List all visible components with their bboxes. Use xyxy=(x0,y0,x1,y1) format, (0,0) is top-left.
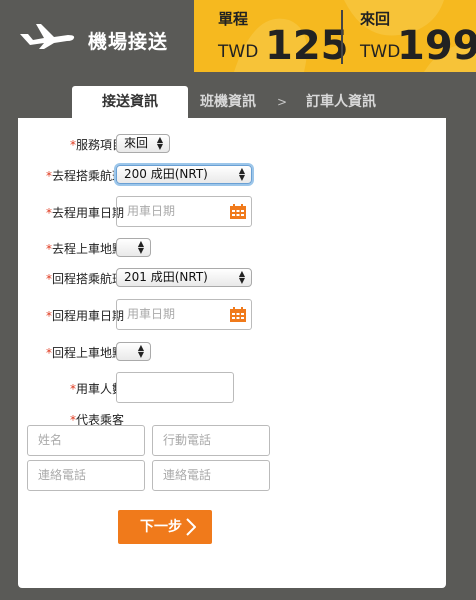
form-panel: *服務項目 來回 ▲ ▼ *去程搭乘航班 200 成田(NRT) ▲ ▼ *去程用車日期… xyxy=(18,118,446,588)
round-trip-price: 199 xyxy=(397,23,476,69)
select-arrows-icon: ▲ ▼ xyxy=(156,135,163,151)
contact-phone-input-1[interactable]: 連絡電話 xyxy=(27,460,145,491)
depart-flight-label: *去程搭乘航班 xyxy=(45,169,124,183)
tab-booker-info[interactable]: 訂車人資訊 xyxy=(306,86,376,118)
select-arrows-icon: ▲ ▼ xyxy=(137,343,144,359)
depart-date-label: *去程用車日期 xyxy=(45,206,124,220)
select-arrows-icon: ▲ ▼ xyxy=(137,239,144,255)
return-flight-select[interactable]: 201 成田(NRT) ▲ ▼ xyxy=(116,268,252,287)
page-title: 機場接送 xyxy=(88,31,169,53)
calendar-icon[interactable] xyxy=(230,307,246,322)
depart-pickup-select[interactable]: ▲ ▼ xyxy=(116,238,151,257)
depart-flight-select[interactable]: 200 成田(NRT) ▲ ▼ xyxy=(116,165,252,184)
passenger-name-input[interactable]: 姓名 xyxy=(27,425,145,456)
price-divider xyxy=(341,10,343,64)
depart-pickup-label: *去程上車地點 xyxy=(45,242,124,256)
return-date-label: *回程用車日期 xyxy=(45,309,124,323)
one-way-label: 單程 xyxy=(218,10,249,28)
next-step-button[interactable]: 下一步 xyxy=(118,510,212,544)
select-arrows-icon: ▲ ▼ xyxy=(238,269,245,285)
return-pickup-select[interactable]: ▲ ▼ xyxy=(116,342,151,361)
round-trip-label: 來回 xyxy=(360,10,391,28)
price-box: 單程 TWD 125 來回 TWD 199 xyxy=(194,0,476,72)
tab-flight-info[interactable]: 班機資訊 xyxy=(200,86,256,118)
contact-phone-input-2[interactable]: 連絡電話 xyxy=(152,460,270,491)
service-select[interactable]: 來回 ▲ ▼ xyxy=(116,134,170,153)
select-arrows-icon: ▲ ▼ xyxy=(238,166,245,182)
one-way-price: 125 xyxy=(265,23,349,69)
tab-separator: > xyxy=(277,95,288,109)
return-flight-label: *回程搭乘航班 xyxy=(45,272,124,286)
return-pickup-label: *回程上車地點 xyxy=(45,346,124,360)
calendar-icon[interactable] xyxy=(230,204,246,219)
round-trip-currency: TWD xyxy=(360,42,401,62)
header-bar: 機場接送 單程 TWD 125 來回 TWD 199 xyxy=(0,0,476,72)
one-way-currency: TWD xyxy=(218,42,259,62)
tab-transfer-info[interactable]: 接送資訊 xyxy=(72,86,188,118)
passengers-input[interactable] xyxy=(116,372,234,403)
depart-date-input[interactable]: 用車日期 xyxy=(116,196,252,227)
airplane-icon xyxy=(20,24,75,49)
mobile-phone-input[interactable]: 行動電話 xyxy=(152,425,270,456)
chevron-right-icon xyxy=(186,518,196,536)
next-step-label: 下一步 xyxy=(140,519,182,535)
step-tabs: 接送資訊 班機資訊 > 訂車人資訊 xyxy=(18,86,446,118)
return-date-input[interactable]: 用車日期 xyxy=(116,299,252,330)
